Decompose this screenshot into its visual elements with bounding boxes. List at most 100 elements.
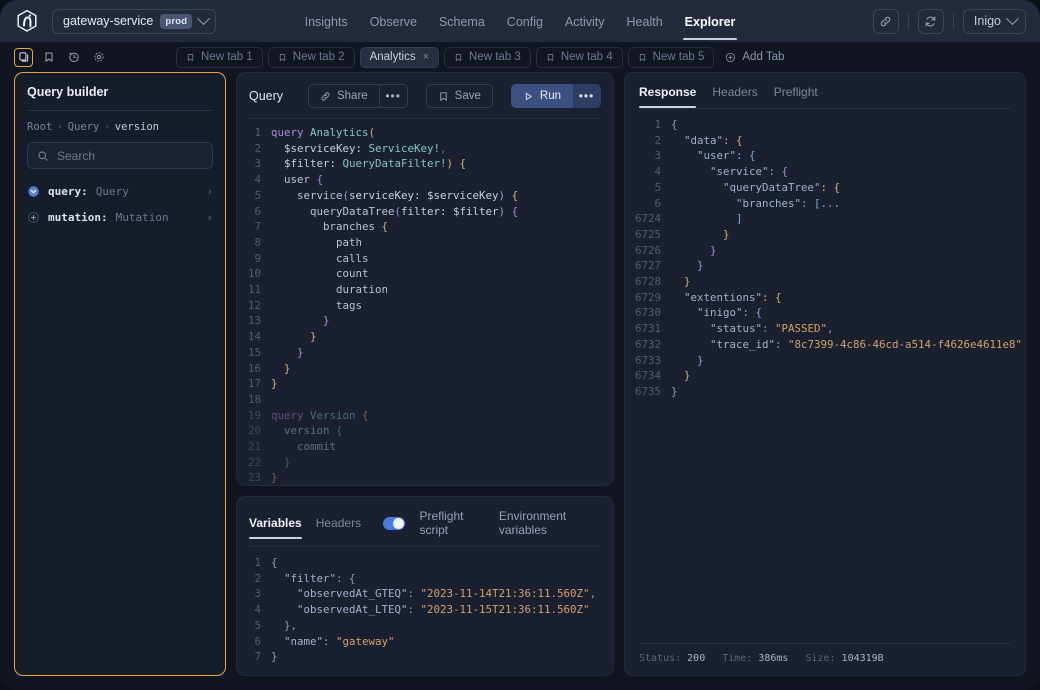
time-label: Time: (722, 653, 753, 664)
chevron-right-icon[interactable]: › (206, 185, 213, 198)
breadcrumb-root[interactable]: Root (27, 121, 52, 133)
code-content: } (671, 259, 704, 273)
nav-item-activity[interactable]: Activity (565, 3, 605, 40)
code-line: 8 path (237, 235, 613, 251)
bookmark-icon (439, 91, 447, 101)
tree-item-query[interactable]: query: Query › (27, 181, 213, 202)
line-number: 6728 (634, 275, 661, 289)
nav-item-health[interactable]: Health (627, 3, 663, 40)
code-content: } (671, 369, 691, 383)
tab-analytics[interactable]: Analytics × (359, 46, 440, 68)
tool-bookmarks[interactable] (39, 48, 58, 67)
nav-item-insights[interactable]: Insights (305, 3, 348, 40)
line-number: 20 (247, 424, 261, 438)
chevron-down-filled-icon (28, 186, 39, 197)
tool-history[interactable] (64, 48, 83, 67)
line-number: 13 (247, 314, 261, 328)
code-line: 17} (237, 376, 613, 392)
code-line: 11 duration (237, 282, 613, 298)
tool-settings[interactable] (89, 48, 108, 67)
code-content: query Analytics( (271, 126, 376, 139)
code-content: "queryDataTree": { (671, 180, 841, 194)
code-content: "branches": [... (671, 196, 841, 210)
run-button[interactable]: Run (510, 84, 573, 108)
code-line: 7 branches { (237, 219, 613, 235)
tree-item-name: mutation: (48, 211, 108, 224)
response-panel: Response Headers Preflight 1{2 "data": {… (624, 72, 1026, 676)
preflight-script-link[interactable]: Preflight script (419, 509, 484, 546)
line-number: 6726 (634, 243, 661, 257)
code-line: 14 } (237, 329, 613, 345)
tree-item-type: Mutation (115, 211, 169, 224)
breadcrumb-query[interactable]: Query (68, 121, 100, 133)
code-line: 6728 } (625, 274, 1025, 290)
code-content: version { (271, 424, 343, 438)
tab-new-tab-5[interactable]: New tab 5 (627, 46, 715, 68)
line-number: 6 (254, 634, 261, 648)
variables-code-editor[interactable]: 1{2 "filter": {3 "observedAt_GTEQ": "202… (237, 547, 613, 675)
tab-response-preflight[interactable]: Preflight (774, 85, 818, 108)
breadcrumb-separator: › (57, 122, 63, 132)
tab-response[interactable]: Response (639, 85, 697, 108)
line-number: 1 (254, 556, 261, 569)
tab-new-tab-3[interactable]: New tab 3 (444, 46, 531, 68)
tab-variables[interactable]: Variables (249, 516, 302, 539)
breadcrumb-version[interactable]: version (115, 121, 159, 133)
divider (907, 13, 909, 29)
code-content: service(serviceKey: $serviceKey) { (271, 188, 519, 202)
size-label: Size: (805, 653, 836, 664)
tab-new-tab-2[interactable]: New tab 2 (267, 46, 355, 68)
link-icon (321, 91, 330, 101)
query-code-editor[interactable]: 1 query Analytics(2 $serviceKey: ServiceK… (237, 119, 613, 485)
code-content: "service": { (671, 165, 789, 179)
code-content: "user": { (671, 149, 756, 163)
code-line: 6735} (625, 384, 1025, 400)
chevron-down-icon (1006, 11, 1019, 25)
time-value: 386ms (758, 653, 789, 664)
breadcrumb: Root › Query › version (27, 121, 213, 133)
code-line: 1{ (237, 555, 613, 571)
save-button[interactable]: Save (425, 84, 493, 108)
response-code-viewer[interactable]: 1{2 "data": {3 "user": {4 "service": {5 … (625, 109, 1025, 643)
nav-item-config[interactable]: Config (507, 3, 543, 40)
nav-item-observe[interactable]: Observe (370, 3, 417, 40)
code-line: 6726 } (625, 243, 1025, 259)
preflight-toggle[interactable] (383, 516, 406, 530)
line-number: 2 (254, 571, 261, 585)
tab-headers[interactable]: Headers (316, 516, 361, 539)
line-number: 15 (247, 345, 261, 359)
code-line: 6 "branches": [... (625, 196, 1025, 212)
close-icon[interactable]: × (423, 51, 429, 63)
chevron-right-icon[interactable]: › (206, 211, 213, 224)
code-line: 6732 "trace_id": "8c7399-4c86-46cd-a514-… (625, 337, 1025, 353)
line-number: 3 (654, 149, 661, 163)
tab-response-headers[interactable]: Headers (712, 85, 757, 108)
line-number: 17 (247, 377, 261, 391)
nav-item-explorer[interactable]: Explorer (682, 3, 738, 40)
code-line: 23} (237, 470, 613, 485)
run-more-button[interactable]: ••• (573, 84, 601, 108)
code-line: 21 commit (237, 439, 613, 455)
share-button[interactable]: Share (307, 84, 380, 108)
nav-item-schema[interactable]: Schema (439, 3, 485, 40)
refresh-button[interactable] (917, 8, 944, 34)
add-tab-button[interactable]: Add Tab (719, 51, 790, 63)
size-value: 104319B (841, 653, 884, 664)
code-content: } (671, 353, 704, 367)
line-number: 12 (247, 298, 261, 312)
tool-docs[interactable] (14, 47, 33, 67)
tree-item-mutation[interactable]: mutation: Mutation › (27, 207, 213, 228)
user-menu[interactable]: Inigo (962, 8, 1026, 34)
service-selector[interactable]: gateway-service prod (52, 8, 217, 34)
environment-variables-link[interactable]: Environment variables (499, 509, 601, 546)
refresh-icon (925, 16, 936, 26)
time-group: Time: 386ms (722, 653, 788, 664)
share-more-button[interactable]: ••• (379, 84, 408, 108)
code-content: "status": "PASSED", (671, 322, 834, 336)
share-link-button[interactable] (872, 8, 899, 34)
line-number: 19 (247, 408, 261, 422)
query-toolbar: Query Share ••• Save Run ••• (237, 73, 613, 108)
search-input[interactable]: Search (27, 142, 213, 169)
tab-new-tab-1[interactable]: New tab 1 (176, 46, 263, 68)
tab-new-tab-4[interactable]: New tab 4 (535, 46, 623, 68)
